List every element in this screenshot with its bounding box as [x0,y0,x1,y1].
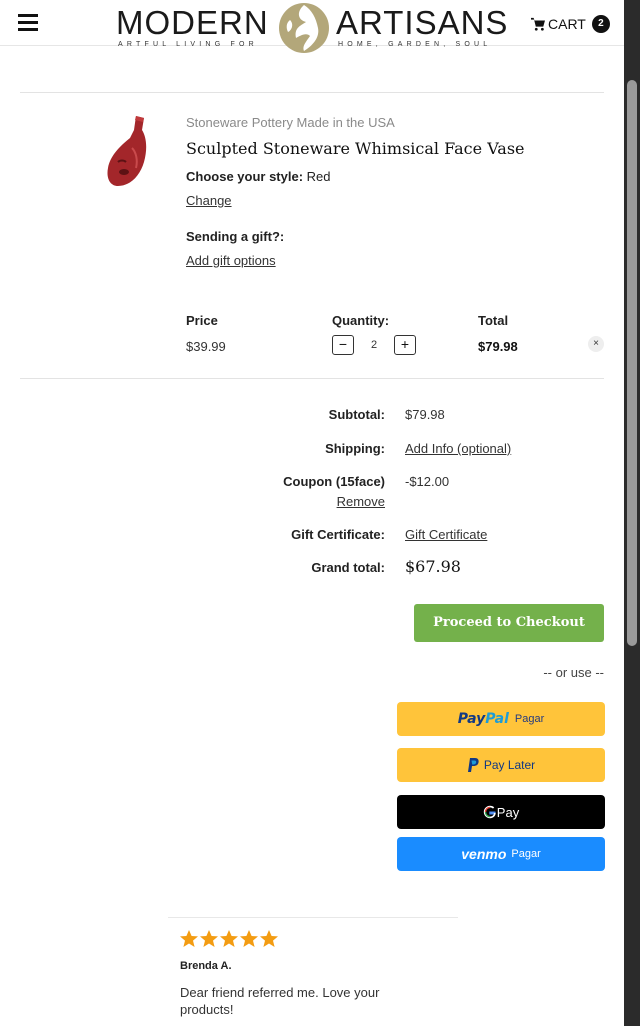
style-line: Choose your style: Red [186,169,331,184]
quantity-value[interactable]: 2 [354,339,394,351]
unit-price: $39.99 [186,339,226,354]
google-g-icon [483,805,496,819]
subtotal-value: $79.98 [405,407,445,422]
product-title[interactable]: Sculpted Stoneware Whimsical Face Vase [186,139,525,158]
line-total: $79.98 [478,339,518,354]
quantity-column-label: Quantity: [332,313,390,328]
logo-text-left: MODERN [116,4,269,41]
logo-tagline-left: ARTFUL LIVING FOR [118,41,258,48]
logo-tagline-right: HOME, GARDEN, SOUL [338,41,492,48]
style-value: Red [306,169,331,184]
star-icon [200,930,218,947]
venmo-logo: venmo [461,846,507,862]
shipping-add-info-link[interactable]: Add Info (optional) [405,441,511,456]
add-gift-options-link[interactable]: Add gift options [186,253,276,268]
google-pay-label: Pay [496,804,520,820]
coupon-value: -$12.00 [405,474,450,489]
hamburger-menu-icon[interactable] [18,14,38,32]
grand-total-value: $67.98 [405,557,461,576]
paypal-button[interactable]: Pay Pal Pagar [397,702,605,736]
paypal-logo-pay: Pay [457,711,486,727]
product-image-face-vase[interactable] [102,112,152,190]
reviewer-name: Brenda A. [180,960,232,972]
scrollbar-thumb[interactable] [627,80,637,646]
paypal-action-label: Pagar [514,713,545,725]
star-icon [260,930,278,947]
price-column-label: Price [186,313,218,328]
page-scrollbar[interactable] [624,0,640,1026]
gift-certificate-label: Gift Certificate: [291,527,385,542]
remove-item-close-icon[interactable]: × [588,336,604,352]
paypal-p-icon [467,758,479,772]
paypal-logo-pal: Pal [485,711,509,727]
total-column-label: Total [478,313,509,328]
cart-button[interactable]: CART 2 [531,13,610,35]
or-use-divider: -- or use -- [543,665,604,680]
star-icon [240,930,258,947]
style-label: Choose your style: [186,169,304,184]
pay-later-label: Pay Later [483,758,536,772]
star-icon [180,930,198,947]
remove-coupon-link[interactable]: Remove [337,494,385,509]
logo-text-right: ARTISANS [336,4,509,41]
grand-total-label: Grand total: [311,560,385,575]
proceed-to-checkout-button[interactable]: Proceed to Checkout [414,604,604,642]
site-logo[interactable]: MODERN ARTISANS ARTFUL LIVING FOR HOME, … [116,2,509,53]
site-header: MODERN ARTISANS ARTFUL LIVING FOR HOME, … [0,0,624,53]
venmo-action-label: Pagar [511,848,541,860]
cart-label: CART [548,16,586,32]
google-pay-button[interactable]: Pay [397,795,605,829]
change-style-link[interactable]: Change [186,193,232,208]
cart-count-badge: 2 [591,15,610,33]
divider [20,378,604,379]
venmo-button[interactable]: venmo Pagar [397,837,605,871]
divider [20,92,604,93]
review-star-rating [179,929,279,949]
paypal-pay-later-button[interactable]: Pay Later [397,748,605,782]
shopping-cart-icon [531,17,545,31]
coupon-label: Coupon (15face) [283,474,385,489]
quantity-increase-button[interactable]: + [394,335,416,355]
logo-emblem-icon [279,3,329,53]
quantity-stepper: − 2 + [332,335,416,355]
product-category: Stoneware Pottery Made in the USA [186,115,395,130]
shipping-label: Shipping: [325,441,385,456]
star-icon [220,930,238,947]
gift-certificate-link[interactable]: Gift Certificate [405,527,487,542]
subtotal-label: Subtotal: [328,407,385,422]
review-divider [168,917,458,918]
review-text: Dear friend referred me. Love your produ… [180,985,380,1017]
gift-label: Sending a gift?: [186,229,285,244]
quantity-decrease-button[interactable]: − [332,335,354,355]
